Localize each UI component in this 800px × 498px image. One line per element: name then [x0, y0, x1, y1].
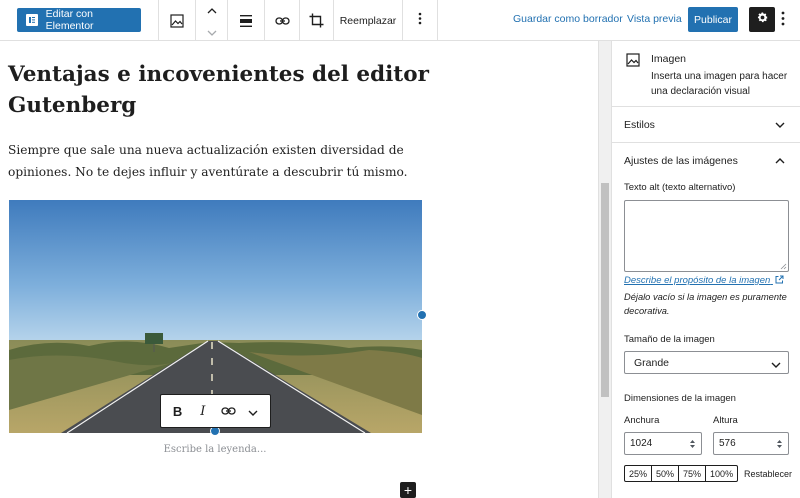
image-settings-panel-toggle[interactable]: Ajustes de las imágenes	[612, 143, 800, 179]
settings-sidebar: Imagen Inserta una imagen para hacer una…	[611, 41, 800, 498]
height-value: 576	[719, 438, 736, 449]
size-percentage-group: 25% 50% 75% 100%	[624, 465, 739, 482]
alt-text-field[interactable]	[624, 200, 789, 272]
bold-button[interactable]: B	[167, 404, 189, 419]
reset-size-button[interactable]: Restablecer	[744, 469, 792, 479]
add-block-button[interactable]: +	[400, 482, 416, 498]
alt-text-label: Texto alt (texto alternativo)	[624, 182, 736, 193]
replace-label: Reemplazar	[339, 14, 397, 27]
image-size-select[interactable]: Grande	[624, 351, 789, 374]
width-input[interactable]: 1024	[624, 432, 702, 455]
link-icon	[272, 11, 292, 31]
insert-link-button[interactable]	[264, 0, 299, 41]
editor-scrollbar[interactable]	[598, 41, 611, 498]
editor-toolbar: Editar con Elementor Reemplazar Guardar …	[0, 0, 800, 41]
plus-icon: +	[403, 482, 413, 498]
block-description: Inserta una imagen para hacer una declar…	[651, 71, 788, 97]
scrollbar-thumb[interactable]	[601, 183, 609, 397]
save-draft-button[interactable]: Guardar como borrador	[513, 13, 623, 25]
percent-75-button[interactable]: 75%	[679, 466, 707, 481]
gear-icon	[756, 11, 769, 29]
image-settings-label: Ajustes de las imágenes	[624, 155, 738, 167]
more-menu-icon[interactable]	[781, 11, 785, 31]
width-value: 1024	[630, 438, 653, 449]
external-link-icon	[775, 275, 784, 284]
chevron-down-icon	[771, 359, 781, 371]
height-input[interactable]: 576	[713, 432, 789, 455]
align-wide-icon	[236, 11, 256, 31]
image-dimensions-label: Dimensiones de la imagen	[624, 393, 736, 404]
move-up-icon[interactable]	[207, 1, 217, 19]
spinner-icon[interactable]	[776, 439, 783, 449]
caption-placeholder[interactable]: Escribe la leyenda...	[0, 444, 430, 455]
move-down-icon[interactable]	[207, 23, 217, 41]
align-button[interactable]	[227, 0, 264, 41]
publish-button[interactable]: Publicar	[688, 7, 738, 32]
styles-panel-toggle[interactable]: Estilos	[612, 107, 800, 143]
italic-button[interactable]: I	[192, 404, 214, 419]
elementor-icon	[26, 14, 38, 26]
block-card: Imagen Inserta una imagen para hacer una…	[612, 41, 800, 107]
resize-handle-right[interactable]	[417, 310, 427, 320]
edit-with-elementor-label: Editar con Elementor	[45, 8, 94, 32]
percent-25-button[interactable]: 25%	[625, 466, 653, 481]
alt-help-text: Déjalo vacío si la imagen es puramente d…	[624, 292, 787, 316]
chevron-down-icon	[775, 119, 785, 131]
styles-label: Estilos	[624, 118, 655, 131]
image-block-icon	[626, 53, 640, 72]
post-paragraph[interactable]: Siempre que sale una nueva actualización…	[8, 139, 448, 183]
resize-grip-icon[interactable]	[780, 263, 787, 270]
crop-button[interactable]	[299, 0, 334, 41]
spinner-icon[interactable]	[689, 439, 696, 449]
percent-50-button[interactable]: 50%	[652, 466, 680, 481]
width-label: Anchura	[624, 415, 660, 426]
chevron-down-icon[interactable]	[242, 404, 264, 419]
block-type-button[interactable]	[158, 0, 195, 41]
settings-button[interactable]	[749, 7, 775, 32]
move-block-controls	[195, 0, 227, 41]
caption-format-toolbar: B I	[160, 394, 271, 428]
post-title[interactable]: Ventajas e incovenientes del editor Gute…	[8, 59, 438, 121]
block-options-button[interactable]	[402, 0, 438, 41]
image-size-label: Tamaño de la imagen	[624, 334, 715, 345]
crop-icon	[307, 11, 327, 31]
chevron-up-icon	[775, 155, 785, 167]
alt-help-link[interactable]: Describe el propósito de la imagen	[624, 275, 784, 286]
preview-button[interactable]: Vista previa	[627, 13, 682, 25]
editor-canvas: Ventajas e incovenientes del editor Gute…	[0, 41, 598, 498]
alt-help-link-text: Describe el propósito de la imagen	[624, 275, 771, 286]
more-vertical-icon	[418, 12, 422, 30]
block-title: Imagen	[651, 53, 687, 65]
image-icon	[167, 11, 187, 31]
replace-button[interactable]: Reemplazar	[334, 0, 402, 41]
height-label: Altura	[713, 415, 738, 426]
image-size-value: Grande	[634, 356, 670, 369]
edit-with-elementor-button[interactable]: Editar con Elementor	[17, 8, 141, 32]
percent-100-button[interactable]: 100%	[706, 466, 737, 481]
caption-link-icon[interactable]	[217, 404, 239, 419]
